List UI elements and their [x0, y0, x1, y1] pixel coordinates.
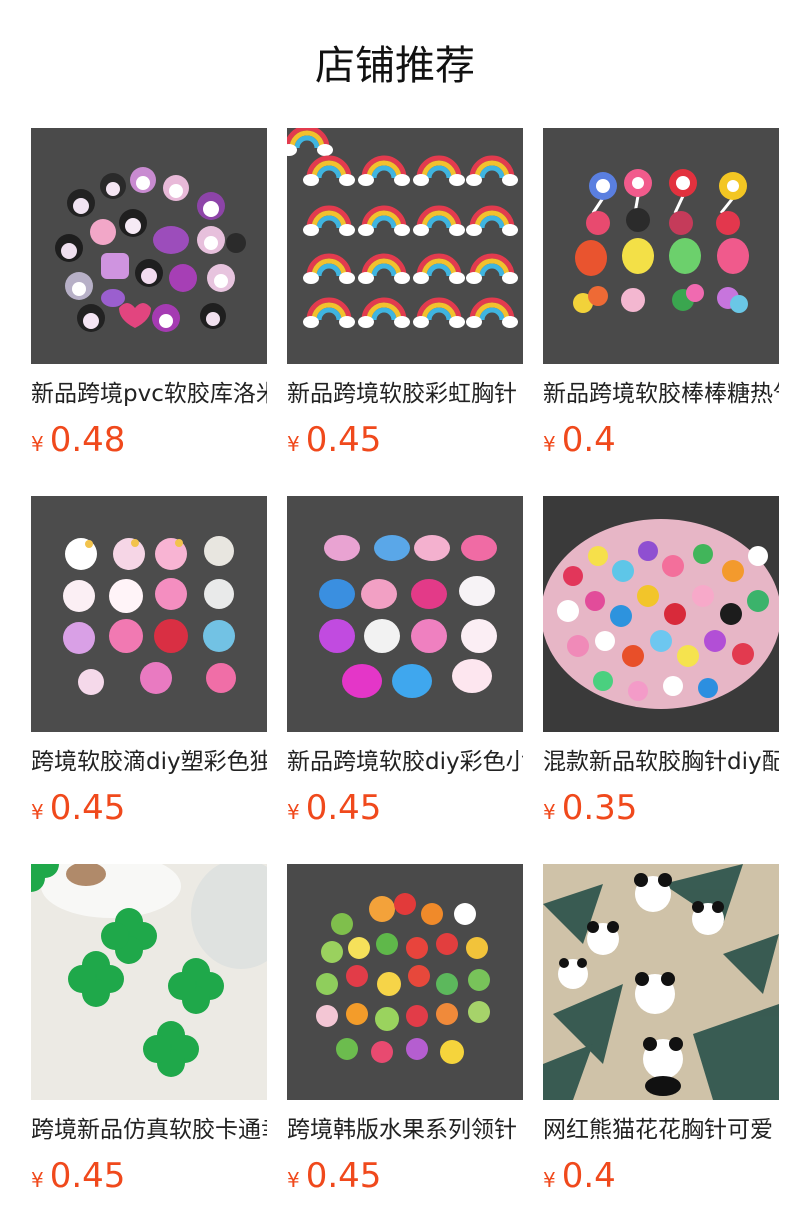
page-title: 店铺推荐 [315, 43, 475, 89]
product-title[interactable]: 跨境韩版水果系列领针 [287, 1114, 523, 1146]
product-grid: 新品跨境pvc软胶库洛米胸针 ¥0.48 新品跨境软胶彩 [31, 128, 790, 1232]
product-title[interactable]: 新品跨境pvc软胶库洛米胸针 [31, 378, 267, 410]
price-value: 0.4 [561, 420, 616, 460]
product-card[interactable]: 网红熊猫花花胸针可爱 ¥0.4 [543, 864, 779, 1198]
product-card[interactable]: 跨境韩版水果系列领针 ¥0.45 [287, 864, 523, 1198]
product-price: ¥0.45 [31, 786, 267, 830]
product-card[interactable]: 混款新品软胶胸针diy配件 ¥0.35 [543, 496, 779, 830]
product-title[interactable]: 新品跨境软胶diy彩色小马 [287, 746, 523, 778]
product-card[interactable]: 新品跨境软胶彩虹胸针 ¥0.45 [287, 128, 523, 462]
product-image-fruit[interactable] [287, 864, 523, 1100]
product-title[interactable]: 跨境新品仿真软胶卡通幸运草 [31, 1114, 267, 1146]
product-card[interactable]: 新品跨境软胶diy彩色小马 ¥0.45 [287, 496, 523, 830]
product-price: ¥0.45 [287, 418, 523, 462]
product-card[interactable]: 跨境软胶滴diy塑彩色独角兽 ¥0.45 [31, 496, 267, 830]
price-value: 0.45 [305, 788, 382, 828]
product-price: ¥0.4 [543, 418, 779, 462]
price-value: 0.45 [305, 1156, 382, 1196]
product-price: ¥0.45 [287, 786, 523, 830]
currency-symbol: ¥ [543, 1168, 556, 1192]
currency-symbol: ¥ [287, 1168, 300, 1192]
product-price: ¥0.48 [31, 418, 267, 462]
product-title[interactable]: 跨境软胶滴diy塑彩色独角兽 [31, 746, 267, 778]
product-card[interactable]: 新品跨境pvc软胶库洛米胸针 ¥0.48 [31, 128, 267, 462]
currency-symbol: ¥ [31, 432, 44, 456]
currency-symbol: ¥ [31, 800, 44, 824]
product-image-lollipop[interactable] [543, 128, 779, 364]
price-value: 0.45 [49, 788, 126, 828]
product-title[interactable]: 混款新品软胶胸针diy配件 [543, 746, 779, 778]
currency-symbol: ¥ [543, 432, 556, 456]
product-card[interactable]: 新品跨境软胶棒棒糖热气球胸针 ¥0.4 [543, 128, 779, 462]
currency-symbol: ¥ [287, 800, 300, 824]
price-value: 0.45 [49, 1156, 126, 1196]
product-image-unicorn-head[interactable] [31, 496, 267, 732]
currency-symbol: ¥ [287, 432, 300, 456]
price-value: 0.45 [305, 420, 382, 460]
product-card[interactable]: 跨境新品仿真软胶卡通幸运草 ¥0.45 [31, 864, 267, 1198]
price-value: 0.48 [49, 420, 126, 460]
product-image-pony[interactable] [287, 496, 523, 732]
product-title[interactable]: 网红熊猫花花胸针可爱 [543, 1114, 779, 1146]
product-title[interactable]: 新品跨境软胶棒棒糖热气球胸针 [543, 378, 779, 410]
product-price: ¥0.45 [287, 1154, 523, 1198]
product-image-clover[interactable] [31, 864, 267, 1100]
product-image-kuromi[interactable] [31, 128, 267, 364]
price-value: 0.35 [561, 788, 638, 828]
product-image-mixed-pile[interactable] [543, 496, 779, 732]
price-value: 0.4 [561, 1156, 616, 1196]
product-image-panda[interactable] [543, 864, 779, 1100]
product-title[interactable]: 新品跨境软胶彩虹胸针 [287, 378, 523, 410]
product-price: ¥0.35 [543, 786, 779, 830]
product-image-rainbow[interactable] [287, 128, 523, 364]
currency-symbol: ¥ [543, 800, 556, 824]
product-price: ¥0.45 [31, 1154, 267, 1198]
currency-symbol: ¥ [31, 1168, 44, 1192]
product-price: ¥0.4 [543, 1154, 779, 1198]
